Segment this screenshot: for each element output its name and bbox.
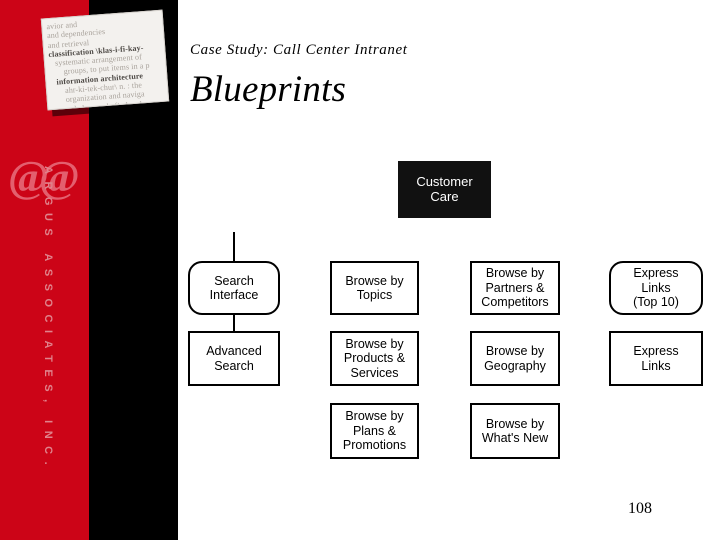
diagram-node-label: Express Links [633,344,679,373]
diagram-node-root[interactable]: Customer Care [398,161,491,218]
diagram-node-label: Search Interface [209,273,259,303]
diagram-node-label: Advanced Search [206,344,262,373]
blueprint-diagram: Customer Care Search Interface Advanced Se… [0,0,720,540]
diagram-node-products[interactable]: Browse by Products & Services [330,331,419,386]
diagram-node-express[interactable]: Express Links [609,331,703,386]
diagram-connector [233,315,235,331]
diagram-node-label: Browse by Topics [345,273,404,303]
diagram-node-label: Browse by Products & Services [343,336,406,380]
diagram-node-label: Express Links (Top 10) [633,266,679,310]
diagram-node-label: Browse by Plans & Promotions [342,409,407,453]
diagram-node-partners[interactable]: Browse by Partners & Competitors [470,261,560,315]
diagram-node-express-top[interactable]: Express Links (Top 10) [609,261,703,315]
diagram-node-label: Customer Care [416,174,473,204]
slide-canvas: @@ ARGUS ASSOCIATES, INC. avior and and … [0,0,720,540]
diagram-node-plans[interactable]: Browse by Plans & Promotions [330,403,419,459]
diagram-node-geography[interactable]: Browse by Geography [470,331,560,386]
diagram-node-label: Browse by What's New [481,416,549,446]
diagram-node-topics[interactable]: Browse by Topics [330,261,419,315]
page-number: 108 [628,500,652,517]
diagram-node-whatsnew[interactable]: Browse by What's New [470,403,560,459]
diagram-node-search[interactable]: Search Interface [188,261,280,315]
diagram-connector [233,232,235,261]
diagram-node-label: Browse by Geography [484,344,546,373]
diagram-node-label: Browse by Partners & Competitors [481,266,549,310]
diagram-node-adv-search[interactable]: Advanced Search [188,331,280,386]
